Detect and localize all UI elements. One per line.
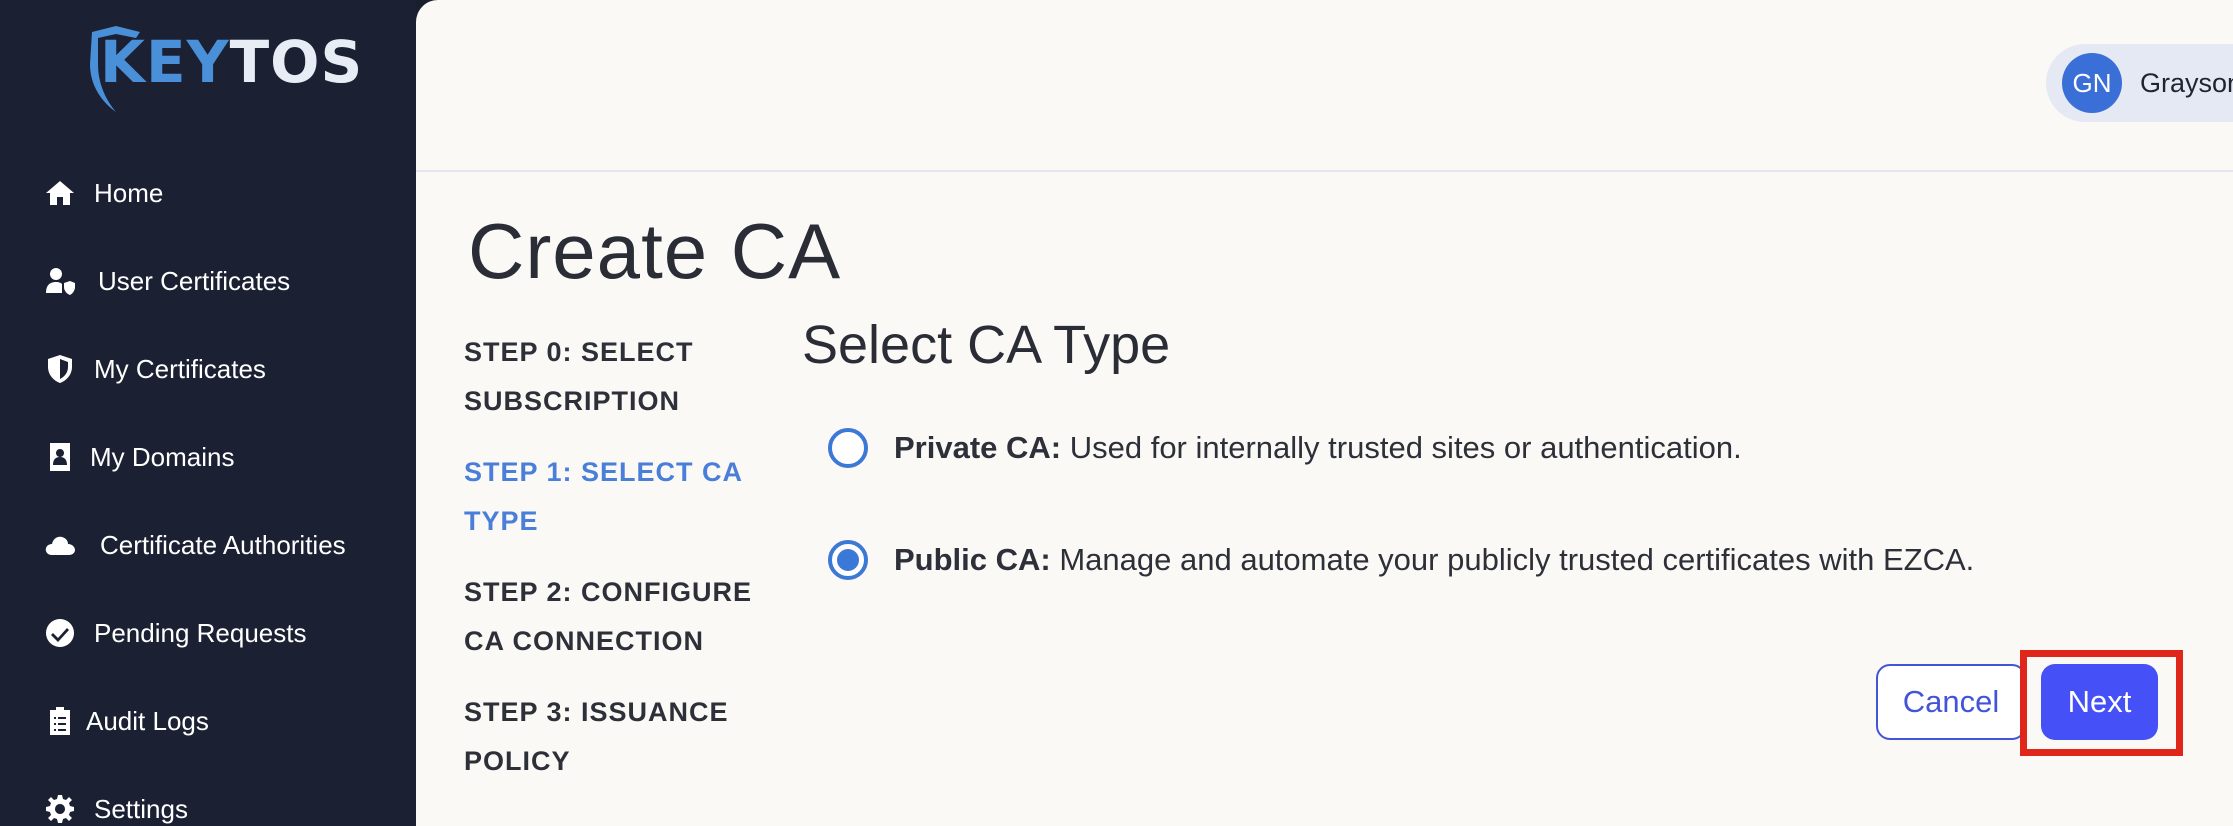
step-select-ca-type[interactable]: STEP 1: SELECT CA TYPE: [464, 448, 764, 546]
user-shield-icon: [40, 261, 80, 301]
option-private-ca[interactable]: Private CA: Used for internally trusted …: [828, 418, 2228, 478]
shield-icon: [40, 349, 80, 389]
top-bar: GN Grayson: [416, 0, 2233, 172]
option-public-ca[interactable]: Public CA: Manage and automate your publ…: [828, 530, 2228, 590]
sidebar-item-my-certificates[interactable]: My Certificates: [40, 341, 400, 397]
page-title: Create CA: [468, 207, 842, 295]
sidebar-item-label: Pending Requests: [94, 617, 307, 648]
radio-private-ca[interactable]: [828, 428, 868, 468]
cloud-icon: [40, 525, 80, 565]
sidebar-item-user-certificates[interactable]: User Certificates: [40, 253, 400, 309]
radio-selected-dot: [837, 549, 859, 571]
option-label: Private CA: Used for internally trusted …: [894, 430, 1742, 465]
sidebar-item-certificate-authorities[interactable]: Certificate Authorities: [40, 517, 400, 573]
sidebar-item-label: Settings: [94, 793, 188, 824]
contact-book-icon: [40, 437, 80, 477]
logo-text: KEYTOS: [100, 28, 364, 96]
step-select-subscription[interactable]: STEP 0: SELECT SUBSCRIPTION: [464, 328, 764, 426]
sidebar-item-settings[interactable]: Settings: [40, 781, 400, 826]
sidebar: KEYTOS Home User Certificates My Certifi…: [0, 0, 416, 826]
main-content: GN Grayson Create CA STEP 0: SELECT SUBS…: [416, 0, 2233, 826]
home-icon: [40, 173, 80, 213]
step-issuance-policy[interactable]: STEP 3: ISSUANCE POLICY: [464, 688, 764, 786]
clipboard-icon: [40, 701, 80, 741]
sidebar-item-home[interactable]: Home: [40, 165, 400, 221]
wizard-steps: STEP 0: SELECT SUBSCRIPTION STEP 1: SELE…: [464, 328, 764, 808]
sidebar-item-label: Home: [94, 177, 164, 208]
user-name: Grayson: [2140, 67, 2233, 98]
step-configure-ca-connection[interactable]: STEP 2: CONFIGURE CA CONNECTION: [464, 568, 764, 666]
gear-icon: [40, 789, 80, 826]
cancel-button[interactable]: Cancel: [1876, 664, 2026, 740]
check-circle-icon: [40, 613, 80, 653]
user-menu[interactable]: GN Grayson: [2046, 44, 2233, 122]
sidebar-item-label: Audit Logs: [86, 705, 209, 736]
sidebar-item-pending-requests[interactable]: Pending Requests: [40, 605, 400, 661]
sidebar-item-label: User Certificates: [98, 265, 291, 296]
section-title: Select CA Type: [802, 315, 1171, 375]
sidebar-item-label: My Certificates: [94, 353, 266, 384]
radio-public-ca[interactable]: [828, 540, 868, 580]
sidebar-item-label: Certificate Authorities: [100, 529, 346, 560]
sidebar-item-my-domains[interactable]: My Domains: [40, 429, 400, 485]
next-button[interactable]: Next: [2041, 664, 2158, 740]
option-label: Public CA: Manage and automate your publ…: [894, 542, 1975, 577]
sidebar-item-audit-logs[interactable]: Audit Logs: [40, 693, 400, 749]
sidebar-item-label: My Domains: [90, 441, 235, 472]
avatar: GN: [2062, 53, 2122, 113]
keytos-logo[interactable]: KEYTOS: [86, 24, 362, 120]
